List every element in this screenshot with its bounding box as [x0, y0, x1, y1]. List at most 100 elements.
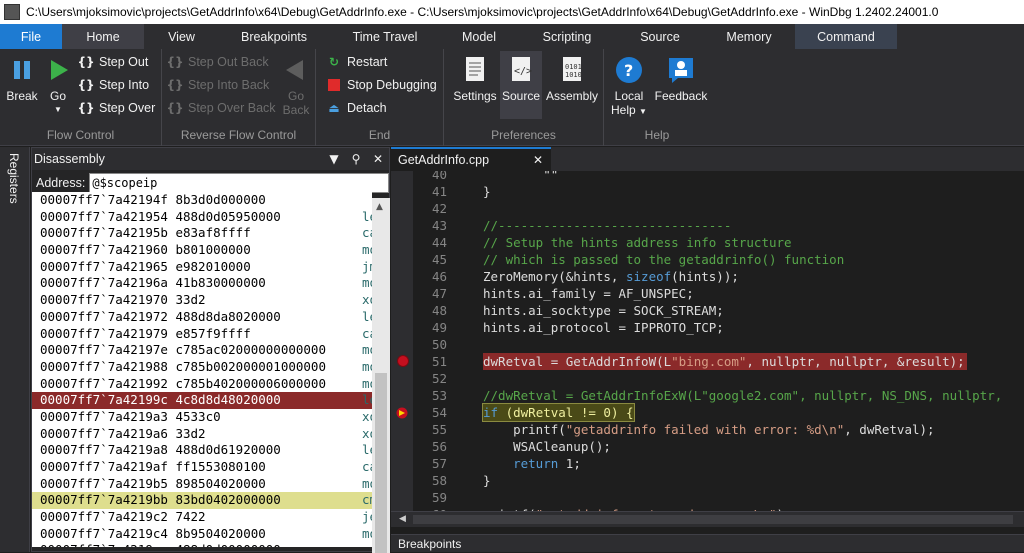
tab-getaddrinfo-cpp[interactable]: GetAddrInfo.cpp ✕	[391, 147, 551, 171]
tab-memory[interactable]: Memory	[703, 24, 795, 49]
tab-scripting[interactable]: Scripting	[517, 24, 617, 49]
disassembly-row[interactable]: 00007ff7`7a4219bb 83bd0402000000 cm	[32, 492, 372, 510]
code-line[interactable]: 48 hints.ai_socktype = SOCK_STREAM;	[413, 302, 1024, 319]
code-line[interactable]: 45 // which is passed to the getaddrinfo(…	[413, 251, 1024, 268]
disassembly-row[interactable]: 00007ff7`7a42194f 8b3d0d000000	[32, 192, 372, 209]
step-over-back-icon: {}	[166, 101, 184, 115]
scrollbar-thumb[interactable]	[375, 373, 387, 553]
disassembly-row[interactable]: 00007ff7`7a421970 33d2 xo	[32, 292, 372, 309]
disassembly-row[interactable]: 00007ff7`7a42196a 41b830000000 mo	[32, 275, 372, 292]
scroll-up-icon[interactable]: ▲	[376, 202, 383, 212]
registers-tab[interactable]: Registers	[7, 153, 21, 204]
step-over-back-button[interactable]: {} Step Over Back	[166, 98, 275, 118]
disassembly-row[interactable]: 00007ff7`7a4219a6 33d2 xo	[32, 426, 372, 443]
settings-button[interactable]: Settings	[452, 53, 498, 117]
disassembly-row[interactable]: 00007ff7`7a4219c2 7422 je	[32, 509, 372, 526]
step-out-back-button[interactable]: {} Step Out Back	[166, 52, 268, 72]
code-view[interactable]: 40 "" 41} 42 43//--------------------------…	[413, 171, 1024, 511]
disassembly-row[interactable]: 00007ff7`7a42195b e83af8ffff ca	[32, 225, 372, 242]
disassembly-row[interactable]: 00007ff7`7a421979 e857f9ffff ca	[32, 326, 372, 343]
disassembly-row[interactable]: 00007ff7`7a421992 c785b402000006000000 mo	[32, 376, 372, 393]
pin-icon[interactable]: ⚲	[345, 152, 367, 166]
disassembly-list[interactable]: 00007ff7`7a42194f 8b3d0d000000 00007ff7`7…	[32, 192, 372, 547]
tab-view[interactable]: View	[144, 24, 219, 49]
breakpoints-panel-tab[interactable]: Breakpoints	[391, 534, 1024, 552]
address-input[interactable]	[89, 173, 389, 193]
step-out-button[interactable]: {} Step Out	[77, 52, 148, 72]
restart-button[interactable]: ↻ Restart	[326, 52, 387, 72]
go-back-button[interactable]: Go Back	[276, 53, 316, 117]
close-icon[interactable]: ✕	[533, 153, 543, 167]
disassembly-address: 00007ff7`7a42194f	[40, 192, 168, 207]
assembly-button[interactable]: 0101 1010 Assembly	[544, 53, 600, 117]
breakpoint-gutter[interactable]	[391, 171, 413, 511]
disassembly-row[interactable]: 00007ff7`7a4219af ff1553080100 ca	[32, 459, 372, 476]
line-number: 59	[431, 490, 447, 505]
disassembly-row[interactable]: 00007ff7`7a4219a8 488d0d61920000 le	[32, 442, 372, 459]
scroll-left-icon[interactable]: ◀	[399, 514, 406, 524]
disassembly-row[interactable]: 00007ff7`7a42197e c785ac02000000000000 mo	[32, 342, 372, 359]
code-line[interactable]: 40 ""	[413, 171, 1024, 183]
chevron-down-icon[interactable]: ▼	[323, 152, 345, 166]
step-over-button[interactable]: {} Step Over	[77, 98, 155, 118]
disassembly-row[interactable]: 00007ff7`7a421988 c785b002000001000000 mo	[32, 359, 372, 376]
code-line[interactable]: 50	[413, 336, 1024, 353]
code-line[interactable]: 42	[413, 200, 1024, 217]
disassembly-bytes: 488d0d61920000	[175, 442, 281, 458]
tab-time-travel[interactable]: Time Travel	[329, 24, 441, 49]
code-line[interactable]: 43 //-------------------------------	[413, 217, 1024, 234]
disassembly-row[interactable]: 00007ff7`7a421972 488d8da8020000 le	[32, 309, 372, 326]
disassembly-row[interactable]: 00007ff7`7a4219a3 4533c0 xo	[32, 409, 372, 426]
code-line[interactable]: 44 // Setup the hints address info struct…	[413, 234, 1024, 251]
disassembly-scrollbar[interactable]: ▲	[372, 198, 390, 553]
line-number: 54	[431, 405, 447, 420]
disassembly-row[interactable]: 00007ff7`7a4219ca 488d0d00000000	[32, 542, 372, 547]
step-into-back-button[interactable]: {} Step Into Back	[166, 75, 269, 95]
tab-model[interactable]: Model	[441, 24, 517, 49]
current-instruction-arrow-icon	[396, 406, 410, 419]
disassembly-row[interactable]: 00007ff7`7a421960 b801000000 mo	[32, 242, 372, 259]
close-icon[interactable]: ✕	[367, 152, 389, 166]
tab-command[interactable]: Command	[795, 24, 897, 49]
code-text: // which is passed to the getaddrinfo() …	[483, 252, 845, 267]
tab-home[interactable]: Home	[62, 24, 144, 49]
stop-debugging-button[interactable]: Stop Debugging	[326, 75, 437, 95]
tab-file[interactable]: File	[0, 24, 62, 49]
code-line[interactable]: 55 printf("getaddrinfo failed with error…	[413, 421, 1024, 438]
disassembly-row[interactable]: 00007ff7`7a4219c4 8b9504020000 mo	[32, 526, 372, 543]
code-line[interactable]: 53 //dwRetval = GetAddrInfoExW(L"google2.…	[413, 387, 1024, 404]
code-line[interactable]: 58}	[413, 472, 1024, 489]
code-line[interactable]: 54 if (dwRetval != 0) {	[413, 403, 1024, 422]
break-button[interactable]: Break	[2, 53, 42, 117]
code-line[interactable]: 57 return 1;	[413, 455, 1024, 472]
local-help-button[interactable]: ? Local Help ▼	[610, 53, 648, 117]
disassembly-row[interactable]: 00007ff7`7a42199c 4c8d8d48020000 le	[32, 392, 372, 409]
disassembly-row[interactable]: 00007ff7`7a4219b5 898504020000 mo	[32, 476, 372, 493]
disassembly-row[interactable]: 00007ff7`7a421965 e982010000 jm	[32, 259, 372, 276]
code-line[interactable]: 41}	[413, 183, 1024, 200]
code-text: hints.ai_protocol = IPPROTO_TCP;	[483, 320, 724, 335]
tab-breakpoints[interactable]: Breakpoints	[219, 24, 329, 49]
side-panel-strip: Registers	[0, 147, 30, 552]
disassembly-row[interactable]: 00007ff7`7a421954 488d0d05950000 le	[32, 209, 372, 226]
step-into-button[interactable]: {} Step Into	[77, 75, 149, 95]
feedback-button[interactable]: Feedback	[654, 53, 708, 117]
tab-source[interactable]: Source	[617, 24, 703, 49]
code-text: ""	[483, 171, 559, 182]
code-line[interactable]: 52	[413, 370, 1024, 387]
code-line[interactable]: 56 WSACleanup();	[413, 438, 1024, 455]
code-line[interactable]: 59	[413, 489, 1024, 506]
code-line[interactable]: 51 dwRetval = GetAddrInfoW(L"bing.com", n…	[413, 353, 1024, 370]
horizontal-scrollbar[interactable]: ◀	[391, 511, 1024, 527]
detach-button[interactable]: ⏏ Detach	[326, 98, 386, 118]
source-button[interactable]: </> Source	[500, 51, 542, 119]
step-over-icon: {}	[77, 101, 95, 115]
scrollbar-thumb[interactable]	[413, 515, 1013, 524]
line-number: 51	[431, 354, 447, 369]
go-button[interactable]: Go ▼	[38, 53, 78, 117]
code-line[interactable]: 46 ZeroMemory(&hints, sizeof(hints));	[413, 268, 1024, 285]
breakpoint-icon[interactable]	[397, 355, 409, 367]
code-line[interactable]: 47 hints.ai_family = AF_UNSPEC;	[413, 285, 1024, 302]
code-line[interactable]: 49 hints.ai_protocol = IPPROTO_TCP;	[413, 319, 1024, 336]
disassembly-mnemonic: cm	[362, 492, 372, 508]
